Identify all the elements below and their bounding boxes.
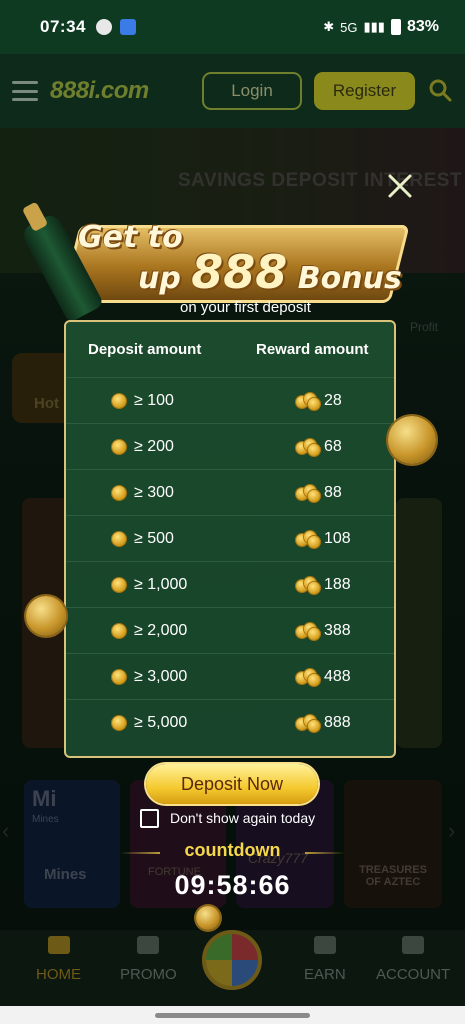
bonus-amount: 888 (191, 245, 288, 299)
coin-stack-icon (296, 484, 320, 502)
deposit-amount: ≥ 100 (134, 391, 174, 409)
countdown-timer: 09:58:66 (174, 870, 291, 900)
login-button[interactable]: Login (202, 72, 302, 110)
close-icon[interactable] (386, 172, 414, 200)
deposit-amount: ≥ 3,000 (134, 667, 188, 685)
bonus-up: up (138, 261, 181, 296)
earn-icon (313, 936, 336, 954)
table-header: Deposit amount Reward amount (66, 322, 394, 378)
bonus-popup-header: Get to up 888 Bonus on your first deposi… (19, 211, 440, 325)
coin-decoration-icon (388, 416, 436, 464)
app-header: 888i.com Login Register (0, 54, 465, 128)
deposit-amount: ≥ 500 (134, 529, 174, 547)
nav-home-label: HOME (36, 966, 81, 983)
coin-stack-icon (296, 530, 320, 548)
reward-amount: 488 (324, 667, 351, 685)
nav-promo[interactable]: PROMO (120, 936, 177, 983)
coin-icon (112, 485, 126, 500)
coin-icon (112, 716, 126, 730)
search-icon[interactable] (428, 78, 452, 102)
coin-stack-icon (296, 576, 320, 594)
coin-icon (112, 577, 126, 592)
notification-icons (95, 19, 136, 35)
col-deposit-header: Deposit amount (88, 341, 202, 358)
lucky-wheel-icon[interactable] (202, 930, 262, 990)
coin-icon (112, 669, 126, 684)
coin-icon (112, 623, 126, 638)
nav-promo-label: PROMO (120, 966, 177, 983)
nav-earn[interactable]: EARN (304, 936, 346, 983)
coin-decoration-icon (26, 596, 66, 636)
table-row: ≥ 5,000 888 (66, 700, 394, 746)
coin-icon (112, 393, 126, 408)
countdown-label: countdown (184, 840, 281, 860)
reward-amount: 888 (324, 714, 351, 731)
deposit-amount: ≥ 5,000 (134, 714, 188, 731)
nav-earn-label: EARN (304, 966, 346, 983)
coin-icon (112, 531, 126, 546)
status-time: 07:34 (40, 17, 86, 36)
coin-stack-icon (296, 668, 320, 686)
account-icon (402, 936, 425, 954)
reward-amount: 68 (324, 437, 342, 455)
bonus-title-line2: up 888 Bonus (138, 249, 402, 295)
bonus-table-rows: ≥ 100 28 ≥ 200 68 ≥ 300 88 ≥ 500 108 ≥ 1,000 188 ≥… (66, 378, 394, 746)
register-button[interactable]: Register (314, 72, 415, 110)
table-row: ≥ 300 88 (66, 470, 394, 516)
table-row: ≥ 3,000 488 (66, 654, 394, 700)
reward-amount: 28 (324, 391, 342, 409)
table-row: ≥ 2,000 388 (66, 608, 394, 654)
battery-percent: 83% (406, 18, 439, 35)
coin-stack-icon (296, 392, 320, 410)
network-type: 5G (340, 19, 358, 35)
reward-amount: 388 (324, 621, 351, 639)
col-reward-header: Reward amount (256, 341, 369, 358)
coin-decoration-icon (196, 906, 220, 930)
status-bar: 07:34 ✱ 5G ▮▮▮ 83% (0, 0, 465, 54)
chrome-icon (95, 19, 112, 35)
bonus-table-panel: Deposit amount Reward amount ≥ 100 28 ≥ 20… (64, 320, 396, 758)
battery-icon (390, 19, 401, 35)
home-icon (47, 936, 70, 954)
status-right: ✱ 5G ▮▮▮ 83% (323, 18, 439, 36)
dont-show-label[interactable]: Don't show again today (170, 810, 315, 826)
nav-account[interactable]: ACCOUNT (376, 936, 451, 983)
coin-icon (112, 439, 126, 454)
bottom-nav: HOME PROMO EARN ACCOUNT (0, 930, 465, 1006)
system-home-bar (0, 1006, 465, 1024)
signal-icon: ▮▮▮ (363, 19, 385, 34)
reward-amount: 108 (324, 529, 351, 547)
deposit-amount: ≥ 300 (134, 483, 174, 501)
bluetooth-icon: ✱ (323, 19, 335, 34)
deposit-amount: ≥ 1,000 (134, 575, 188, 593)
table-row: ≥ 500 108 (66, 516, 394, 562)
nav-account-label: ACCOUNT (376, 966, 451, 983)
app-notification-icon (119, 19, 136, 35)
coin-stack-icon (296, 622, 320, 640)
reward-amount: 88 (324, 483, 342, 501)
nav-home[interactable]: HOME (36, 936, 81, 983)
site-logo[interactable]: 888i.com (50, 77, 149, 105)
promo-icon (137, 936, 160, 954)
reward-amount: 188 (324, 575, 351, 593)
table-row: ≥ 1,000 188 (66, 562, 394, 608)
deposit-amount: ≥ 200 (134, 437, 174, 455)
coin-stack-icon (296, 715, 320, 732)
bonus-title: Get to up 888 Bonus (78, 223, 402, 296)
menu-icon[interactable] (12, 81, 38, 101)
home-indicator[interactable] (155, 1013, 310, 1018)
table-row: ≥ 100 28 (66, 378, 394, 424)
dont-show-checkbox[interactable] (140, 809, 159, 828)
bonus-subtitle: on your first deposit (180, 299, 311, 316)
bonus-word: Bonus (297, 261, 402, 296)
table-row: ≥ 200 68 (66, 424, 394, 470)
deposit-amount: ≥ 2,000 (134, 621, 188, 639)
coin-stack-icon (296, 438, 320, 456)
deposit-now-button[interactable]: Deposit Now (146, 764, 318, 804)
